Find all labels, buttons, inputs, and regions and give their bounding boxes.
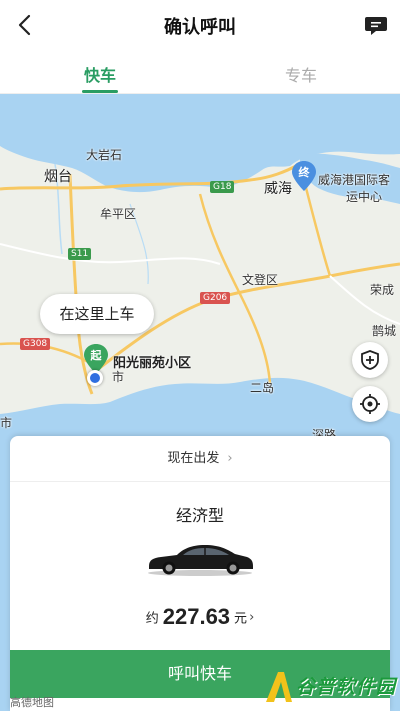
ride-type-tabs: 快车 专车 [0,50,400,94]
tab-fast-car[interactable]: 快车 [60,62,140,86]
header-bar: 确认呼叫 [0,0,400,50]
active-tab-indicator [82,90,118,93]
current-location-dot [87,370,103,386]
map-label-yantai: 烟台 [44,169,72,185]
pickup-here-bubble[interactable]: 在这里上车 [40,294,154,334]
price-estimate[interactable]: 约 227.63 元 › [10,604,390,630]
map-label-weihai: 威海 [264,181,292,197]
message-button[interactable] [364,14,388,36]
watermark-text: 谷普软件园 [296,676,397,698]
map-label-weihai-port-2: 运中心 [346,190,383,204]
sedan-car-icon [148,545,253,576]
price-chevron-icon: › [249,609,255,625]
page-title: 确认呼叫 [164,17,236,38]
car-type-label: 经济型 [175,506,224,525]
safety-button[interactable] [352,342,388,378]
map-label-shi-2: 市 [0,416,13,430]
crosshair-icon [360,394,380,414]
map-label-erdao: 二岛 [250,381,275,395]
price-value: 227.63 [162,604,231,629]
road-badge-g18: G18 [210,181,235,193]
map-label-muping: 牟平区 [100,207,137,221]
price-unit: 元 [234,611,248,627]
departure-time-selector[interactable]: 现在出发 › [10,436,390,482]
road-badge-g308: G308 [20,338,51,350]
map-label-wendeng: 文登区 [242,273,279,287]
shield-plus-icon [361,350,379,370]
road-badge-s11: S11 [68,248,92,260]
map-label-rongcheng: 荣成 [370,283,395,297]
locate-me-button[interactable] [352,386,388,422]
road-badge-g206: G206 [200,292,231,304]
departure-time-label: 现在出发 [167,451,220,466]
end-pin-label: 终 [298,166,310,179]
site-watermark: 谷普软件园 [262,668,398,706]
tab-premium-car[interactable]: 专车 [261,62,341,86]
price-prefix: 约 [145,611,159,627]
watermark-logo-icon [266,672,292,702]
start-pin-label: 起 [90,349,102,362]
map-label-weihai-port: 威海港国际客 [318,173,391,187]
end-pin: 终 [292,161,316,191]
map-label-dayanshi: 大岩石 [86,148,123,162]
message-icon [365,17,387,35]
chevron-right-icon: › [227,451,233,466]
start-location-name: 阳光丽苑小区 [113,356,192,371]
map-label-zhenshi: 鹊城 [372,324,397,338]
amap-logo: 高德地图 [10,696,54,709]
